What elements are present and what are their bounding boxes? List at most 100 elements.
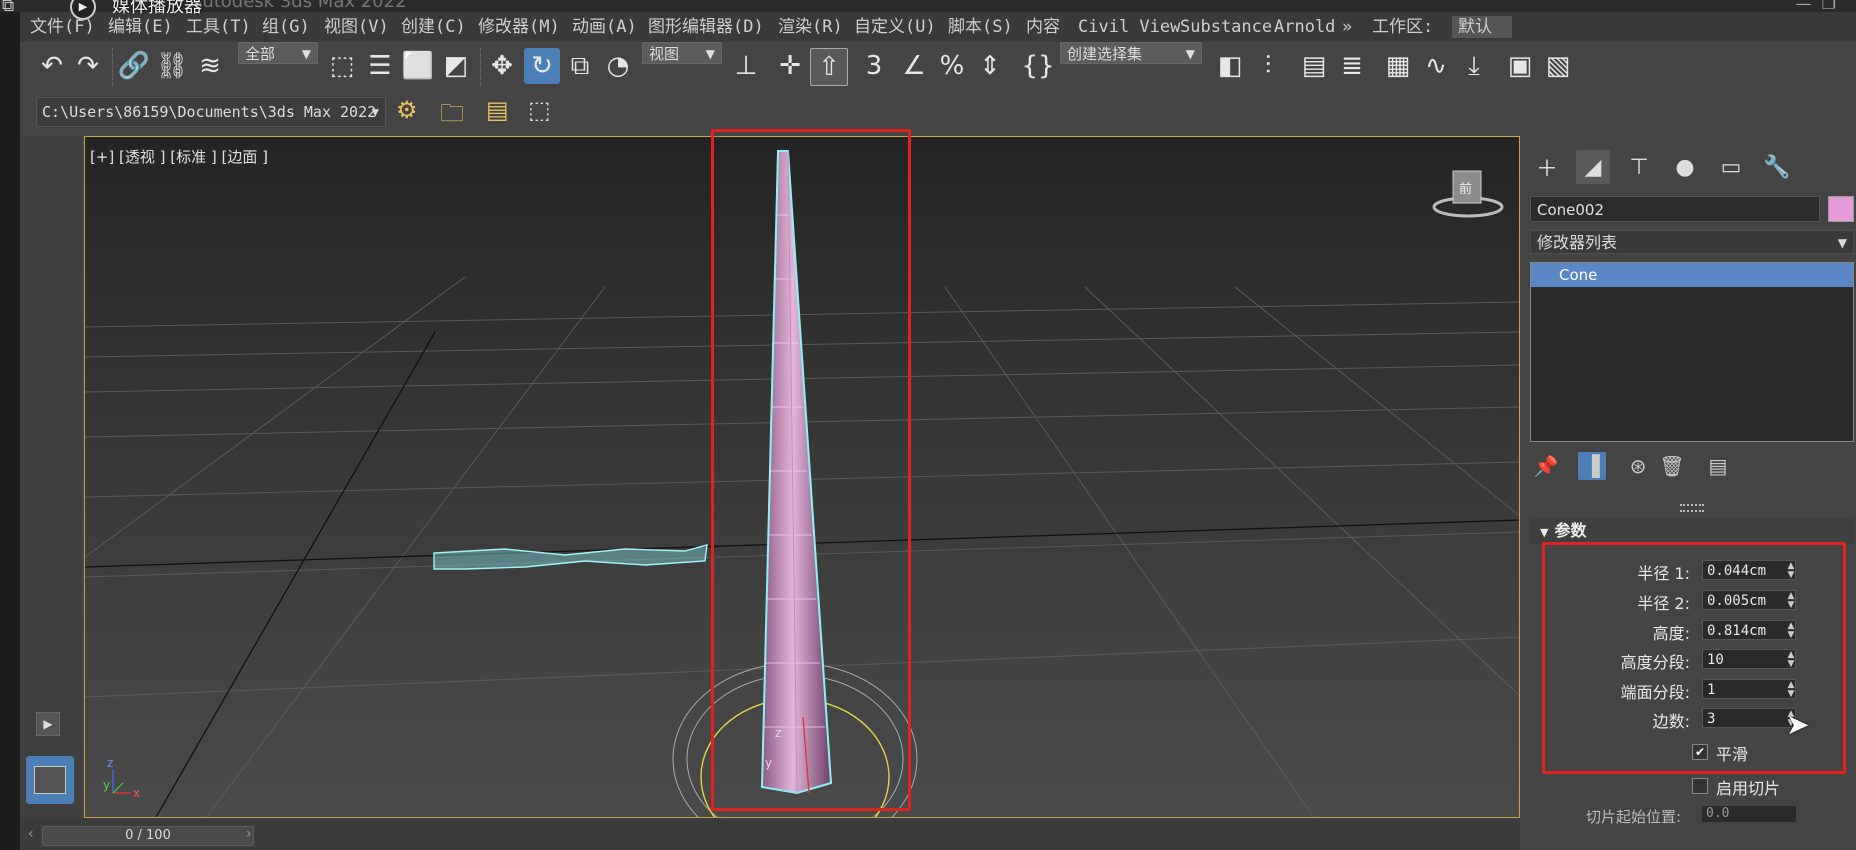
left-edge-strip [0, 12, 20, 850]
menu-modifiers[interactable]: 修改器(M) [478, 12, 560, 42]
align-icon[interactable]: ⫶ [1250, 48, 1286, 84]
menu-create[interactable]: 创建(C) [401, 12, 466, 42]
axis-x-label: x [133, 786, 140, 800]
axis-tripod: z y x [103, 756, 140, 800]
angle-snap-icon[interactable]: ∠ [896, 48, 932, 84]
select-scale-icon[interactable]: ⧉ [562, 48, 598, 84]
mirror-icon[interactable]: ◧ [1212, 48, 1248, 84]
object-color-swatch[interactable] [1828, 196, 1854, 222]
rectangular-selection-icon[interactable]: ⬜ [400, 48, 436, 84]
menu-graph-editors[interactable]: 图形编辑器(D) [648, 12, 764, 42]
panel-resize-handle[interactable] [1680, 504, 1704, 512]
selection-filter-dropdown[interactable]: 全部 ▼ [238, 42, 318, 64]
menu-bar: 文件(F) 编辑(E) 工具(T) 组(G) 视图(V) 创建(C) 修改器(M… [20, 12, 1856, 42]
slice-on-label: 启用切片 [1716, 779, 1781, 798]
menu-rendering[interactable]: 渲染(R) [778, 12, 843, 42]
menu-content[interactable]: 内容 [1026, 12, 1060, 42]
modifier-list-dropdown[interactable]: 修改器列表 ▼ [1530, 230, 1854, 254]
layer-explorer-icon[interactable]: ≣ [1334, 48, 1370, 84]
workspace-label: 工作区: [1372, 17, 1434, 37]
motion-tab-icon[interactable]: ● [1668, 150, 1702, 184]
select-manipulate-icon[interactable]: ✛ [772, 48, 808, 84]
toggle-ribbon-icon[interactable]: ▦ [1380, 48, 1416, 84]
display-tab-icon[interactable]: ▭ [1714, 150, 1748, 184]
modifier-list-label: 修改器列表 [1537, 233, 1618, 252]
curve-editor-icon[interactable]: ∿ [1418, 48, 1454, 84]
hierarchy-tab-icon[interactable]: ⊤ [1622, 150, 1656, 184]
reference-coord-dropdown[interactable]: 视图 ▼ [642, 42, 722, 64]
project-folder-icon[interactable]: ⬚ [528, 96, 551, 124]
create-tab-icon[interactable]: ＋ [1530, 150, 1564, 184]
viewcube[interactable]: 前 [1432, 170, 1504, 218]
slice-from-label: 切片起始位置: [1586, 808, 1682, 826]
chevron-down-icon: ▼ [301, 47, 311, 61]
parameters-rollout-header[interactable]: ▼ 参数 [1530, 518, 1854, 544]
modifier-stack[interactable] [1530, 262, 1854, 442]
menu-group[interactable]: 组(G) [262, 12, 310, 42]
utilities-tab-icon[interactable]: 🔧 [1760, 150, 1794, 184]
spinner-snap-icon[interactable]: ⇕ [972, 48, 1008, 84]
slice-on-checkbox[interactable] [1692, 778, 1708, 794]
time-slider[interactable]: 0 / 100 [42, 826, 254, 846]
menu-civil-view[interactable]: Civil View [1078, 12, 1180, 42]
left-column: ▶ [20, 136, 82, 850]
menu-substance[interactable]: Substance [1180, 12, 1272, 42]
show-end-result-icon[interactable]: ▐ [1578, 452, 1606, 480]
timeline-next-icon[interactable]: › [246, 826, 252, 842]
percent-snap-icon[interactable]: % [934, 48, 970, 84]
timeline-prev-icon[interactable]: ‹ [28, 826, 34, 842]
make-unique-icon[interactable]: ⊛ [1624, 452, 1652, 480]
object-name-field[interactable]: Cone002 [1530, 196, 1820, 222]
snaps-toggle-icon[interactable]: 3 [856, 48, 892, 84]
select-place-icon[interactable]: ◔ [600, 48, 636, 84]
modify-tab-icon[interactable]: ◢ [1576, 150, 1610, 184]
pivot-center-icon[interactable]: ⊥ [728, 48, 764, 84]
new-project-icon[interactable]: ▤ [486, 96, 509, 124]
configure-modifier-sets-icon[interactable]: ▤ [1704, 452, 1732, 480]
workspace-dropdown[interactable]: 默认 [1452, 16, 1512, 38]
select-move-icon[interactable]: ✥ [484, 48, 520, 84]
project-settings-icon[interactable]: ⚙ [396, 96, 418, 124]
viewport-label[interactable]: [+] [透视 ] [标准 ] [边面 ] [90, 146, 268, 167]
named-selection-dropdown[interactable]: 创建选择集 ▼ [1060, 42, 1202, 64]
toolbar-separator [112, 48, 115, 86]
project-path-dropdown[interactable]: C:\Users\86159\Documents\3ds Max 2022 ▼ [36, 97, 386, 127]
material-editor-icon[interactable]: ▣ [1502, 48, 1538, 84]
parameters-rollout-title: 参数 [1554, 521, 1587, 540]
unlink-icon[interactable]: ⛓ [154, 48, 190, 84]
window-controls[interactable]: — ❐ [1795, 0, 1836, 13]
menu-view[interactable]: 视图(V) [324, 12, 389, 42]
slice-from-spinner[interactable]: 0.0 [1702, 806, 1796, 822]
menu-arnold[interactable]: Arnold [1274, 12, 1335, 42]
open-project-icon[interactable]: 🗀 [440, 96, 464, 137]
collapse-arrow-icon: ▼ [1540, 526, 1549, 539]
viewport-layout-icon [34, 766, 66, 794]
menu-animation[interactable]: 动画(A) [572, 12, 637, 42]
schematic-view-icon[interactable]: ⤓ [1456, 48, 1492, 84]
undo-icon[interactable]: ↶ [34, 48, 70, 84]
select-rotate-icon[interactable]: ↻ [524, 48, 560, 84]
pin-stack-icon[interactable]: 📌 [1532, 452, 1560, 480]
link-icon[interactable]: 🔗 [116, 48, 152, 84]
play-icon[interactable]: ▶ [36, 712, 60, 736]
chevron-down-icon: ▼ [1185, 47, 1195, 61]
selection-filter-value: 全部 [245, 45, 276, 63]
toolbar-separator [480, 48, 483, 86]
app-icon[interactable]: ⧉ [2, 0, 14, 16]
select-object-icon[interactable]: ⬚ [324, 48, 360, 84]
select-by-name-icon[interactable]: ☰ [362, 48, 398, 84]
menu-overflow-icon[interactable]: » [1342, 12, 1352, 42]
menu-customize[interactable]: 自定义(U) [854, 12, 936, 42]
window-crossing-icon[interactable]: ◩ [438, 48, 474, 84]
remove-modifier-icon[interactable]: 🗑 [1658, 452, 1686, 480]
stack-item-cone[interactable]: Cone [1531, 263, 1853, 287]
bind-space-warp-icon[interactable]: ≋ [192, 48, 228, 84]
keyboard-shortcut-override-icon[interactable]: ⇧ [810, 48, 848, 86]
redo-icon[interactable]: ↷ [70, 48, 106, 84]
viewport-layout-button[interactable] [26, 756, 74, 804]
edit-named-selection-icon[interactable]: {} [1020, 48, 1056, 84]
render-setup-icon[interactable]: ▧ [1540, 48, 1576, 84]
chevron-down-icon: ▼ [705, 47, 715, 61]
menu-scripting[interactable]: 脚本(S) [948, 12, 1013, 42]
scene-explorer-icon[interactable]: ▤ [1296, 48, 1332, 84]
